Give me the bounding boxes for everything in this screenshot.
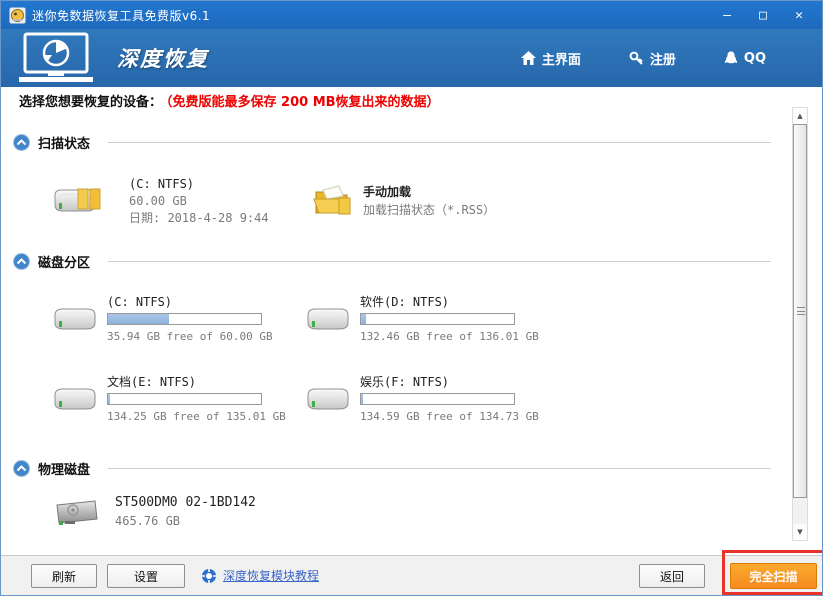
hard-drive-icon — [54, 308, 96, 330]
chevron-up-circle-icon[interactable] — [13, 253, 30, 270]
vertical-scrollbar[interactable]: ▲ ▼ — [792, 107, 808, 541]
window-controls: – □ ✕ — [712, 4, 814, 26]
partition-item-c[interactable]: (C: NTFS) 35.94 GB free of 60.00 GB — [51, 281, 304, 357]
settings-button[interactable]: 设置 — [107, 564, 185, 588]
section-divider — [108, 142, 771, 143]
nav-qq-label: QQ — [743, 50, 766, 66]
manual-load-info: 手动加载 加载扫描状态（*.RSS） — [363, 183, 495, 219]
chevron-up-circle-icon[interactable] — [13, 460, 30, 477]
footer-bar: 刷新 设置 深度恢复模块教程 返回 完全扫描 — [1, 555, 822, 595]
physical-disk-info: ST500DM0 02-1BD142 465.76 GB — [115, 494, 256, 530]
titlebar: 迷你免数据恢复工具免费版v6.1 – □ ✕ — [1, 1, 822, 29]
physical-disk-item[interactable]: ST500DM0 02-1BD142 465.76 GB — [13, 494, 785, 530]
hard-drive-icon — [307, 388, 349, 410]
device-list: 扫描状态 (C: NTFS) 60.00 GB 日期: 2018-4-28 9: — [13, 107, 785, 557]
manual-load-title: 手动加载 — [363, 185, 412, 199]
hard-drive-icon — [54, 388, 96, 410]
usage-bar — [360, 392, 515, 405]
nav-register[interactable]: 注册 — [629, 49, 676, 68]
close-button[interactable]: ✕ — [784, 4, 814, 26]
maximize-button[interactable]: □ — [748, 4, 778, 26]
section-divider — [108, 261, 771, 262]
physical-disk-size: 465.76 GB — [115, 514, 181, 528]
section-title: 物理磁盘 — [38, 463, 91, 478]
chevron-up-circle-icon[interactable] — [13, 134, 30, 151]
partition-grid: (C: NTFS) 35.94 GB free of 60.00 GB 软件(D… — [13, 281, 785, 441]
life-ring-icon — [202, 568, 216, 583]
partition-name: 文档(E: NTFS) — [107, 374, 197, 389]
section-title: 扫描状态 — [38, 137, 91, 152]
usage-bar-fill — [108, 393, 111, 404]
partition-item-e[interactable]: 文档(E: NTFS) 134.25 GB free of 135.01 GB — [51, 361, 304, 437]
recovery-monitor-icon — [19, 32, 93, 82]
scan-status-row: (C: NTFS) 60.00 GB 日期: 2018-4-28 9:44 手动… — [13, 166, 785, 236]
app-window: 迷你免数据恢复工具免费版v6.1 – □ ✕ 深度恢复 主界面 注册 QQ 选择… — [0, 0, 823, 596]
usage-bar-fill — [108, 313, 170, 324]
refresh-button[interactable]: 刷新 — [31, 564, 97, 588]
partition-free: 134.25 GB free of 135.01 GB — [107, 409, 286, 423]
section-scan-status: 扫描状态 — [13, 133, 785, 152]
scroll-down-button[interactable]: ▼ — [793, 524, 807, 540]
minimize-button[interactable]: – — [712, 4, 742, 26]
section-partitions: 磁盘分区 — [13, 252, 785, 271]
nav-main-ui[interactable]: 主界面 — [520, 49, 581, 68]
physical-disk-name: ST500DM0 02-1BD142 — [115, 495, 256, 510]
usage-bar-fill — [361, 313, 366, 324]
scrollbar-thumb[interactable] — [793, 124, 807, 498]
scan-volume-name: (C: NTFS) — [129, 176, 195, 191]
partition-info: 软件(D: NTFS) 132.46 GB free of 136.01 GB — [360, 294, 539, 345]
nav-register-label: 注册 — [649, 52, 676, 68]
section-divider — [108, 468, 771, 469]
usage-bar — [360, 312, 515, 325]
section-title: 磁盘分区 — [38, 256, 91, 271]
scan-date: 日期: 2018-4-28 9:44 — [129, 210, 269, 225]
drive-with-folders-icon — [54, 188, 101, 212]
usage-bar — [107, 312, 262, 325]
partition-name: 软件(D: NTFS) — [360, 294, 450, 309]
partition-free: 132.46 GB free of 136.01 GB — [360, 329, 539, 343]
section-physical-disks: 物理磁盘 — [13, 459, 785, 478]
tutorial-link[interactable]: 深度恢复模块教程 — [223, 567, 319, 584]
folder-open-icon — [313, 185, 351, 215]
nav-main-ui-label: 主界面 — [541, 52, 581, 68]
partition-info: 娱乐(F: NTFS) 134.59 GB free of 134.73 GB — [360, 374, 539, 425]
header-banner: 深度恢复 主界面 注册 QQ — [1, 29, 822, 87]
manual-load-item[interactable]: 手动加载 加载扫描状态（*.RSS） — [313, 166, 495, 236]
app-icon — [9, 7, 26, 23]
window-title: 迷你免数据恢复工具免费版v6.1 — [32, 8, 211, 23]
page-title: 深度恢复 — [117, 47, 209, 71]
scan-state-info: (C: NTFS) 60.00 GB 日期: 2018-4-28 9:44 — [129, 176, 269, 227]
partition-item-d[interactable]: 软件(D: NTFS) 132.46 GB free of 136.01 GB — [304, 281, 557, 357]
tutorial-link-group: 深度恢复模块教程 — [201, 567, 319, 584]
partition-info: 文档(E: NTFS) 134.25 GB free of 135.01 GB — [107, 374, 286, 425]
back-button[interactable]: 返回 — [639, 564, 705, 588]
scan-volume-size: 60.00 GB — [129, 193, 187, 208]
physical-disk-icon — [56, 500, 98, 525]
nav-qq[interactable]: QQ — [724, 51, 766, 66]
partition-item-f[interactable]: 娱乐(F: NTFS) 134.59 GB free of 134.73 GB — [304, 361, 557, 437]
partition-free: 35.94 GB free of 60.00 GB — [107, 329, 273, 343]
scrollbar-grip — [797, 307, 805, 315]
partition-name: 娱乐(F: NTFS) — [360, 374, 450, 389]
header-nav: 主界面 注册 QQ — [520, 49, 766, 68]
usage-bar — [107, 392, 262, 405]
qq-icon — [724, 50, 738, 63]
home-icon — [520, 51, 536, 65]
partition-name: (C: NTFS) — [107, 294, 173, 309]
full-scan-button[interactable]: 完全扫描 — [730, 563, 817, 589]
partition-free: 134.59 GB free of 134.73 GB — [360, 409, 539, 423]
hard-drive-icon — [307, 308, 349, 330]
usage-bar-fill — [361, 393, 363, 404]
scan-state-item[interactable]: (C: NTFS) 60.00 GB 日期: 2018-4-28 9:44 — [51, 166, 303, 236]
partition-info: (C: NTFS) 35.94 GB free of 60.00 GB — [107, 294, 273, 345]
manual-load-desc: 加载扫描状态（*.RSS） — [363, 203, 496, 217]
scroll-up-button[interactable]: ▲ — [793, 108, 807, 124]
key-icon — [629, 51, 643, 65]
